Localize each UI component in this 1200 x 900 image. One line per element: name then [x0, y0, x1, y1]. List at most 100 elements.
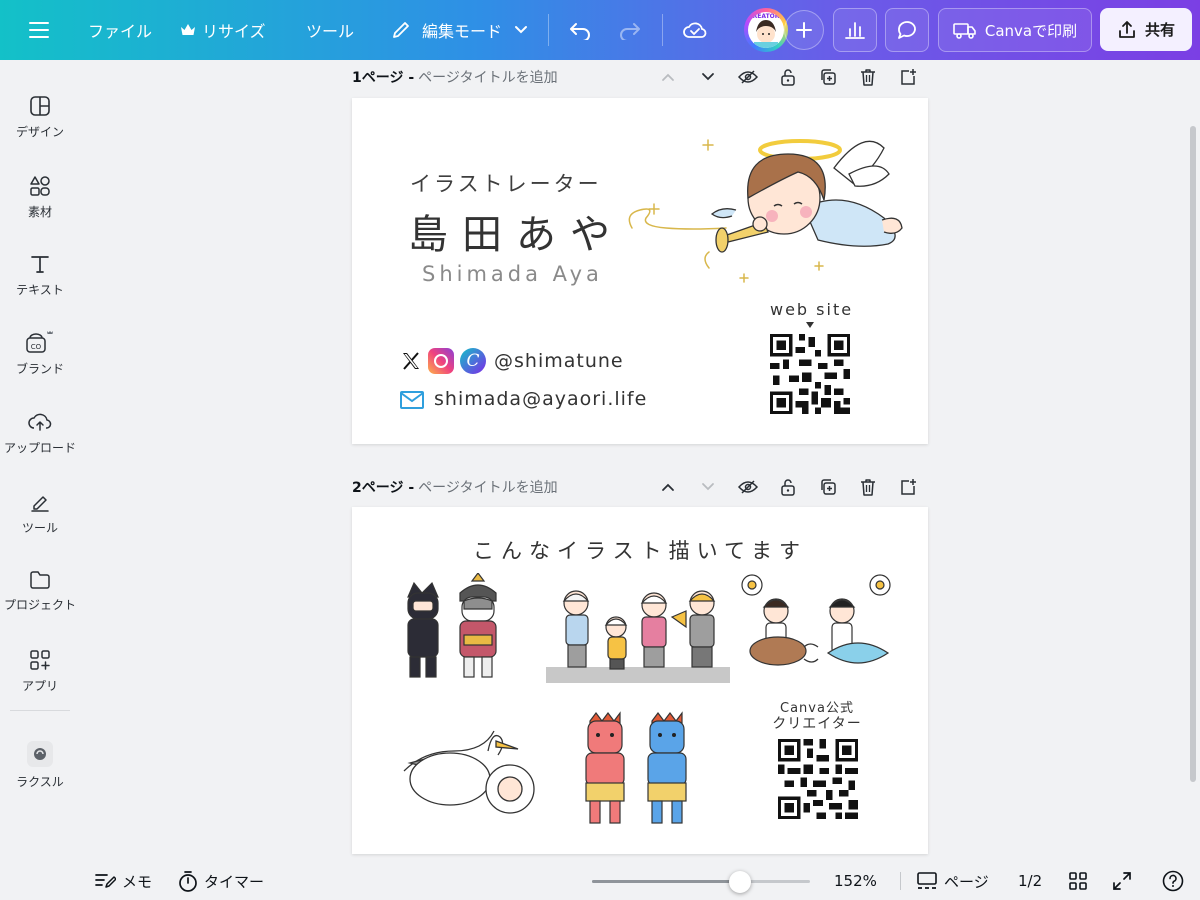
portfolio-heading[interactable]: こんなイラスト描いてます — [352, 535, 928, 565]
cloud-check-icon — [683, 22, 707, 38]
sidebar-item-text[interactable]: テキスト — [0, 240, 80, 310]
red-blue-oni-illustration[interactable] — [580, 711, 700, 827]
eye-slash-icon — [738, 480, 758, 494]
sidebar-item-apps[interactable]: アプリ — [0, 636, 80, 706]
truck-icon — [953, 23, 976, 39]
email-address[interactable]: shimada@ayaori.life — [434, 388, 647, 410]
edit-mode-dropdown[interactable]: 編集モード — [390, 0, 528, 60]
website-qr-code[interactable] — [770, 334, 850, 414]
eye-slash-icon — [738, 70, 758, 84]
design-icon — [30, 95, 50, 116]
user-avatar[interactable]: CREATORS — [744, 8, 788, 52]
upload-icon — [28, 413, 52, 431]
canva-creator-label[interactable]: クリエイター — [764, 713, 870, 733]
vertical-scrollbar[interactable] — [1190, 126, 1196, 782]
pencil-icon — [393, 22, 409, 38]
page-title-input[interactable]: ページタイトルを追加 — [418, 67, 557, 87]
zoom-slider[interactable] — [592, 871, 810, 893]
canva-logo-icon: C — [460, 348, 486, 374]
unlock-icon — [781, 479, 795, 496]
tools-menu[interactable]: ツール — [306, 0, 354, 60]
comment-icon — [898, 21, 916, 39]
apps-icon — [30, 649, 50, 670]
chevron-down-icon — [702, 483, 714, 491]
lock-page-button[interactable] — [768, 475, 808, 499]
duplicate-page-button[interactable] — [808, 475, 848, 499]
card-romaji[interactable]: Shimada Aya — [422, 262, 603, 286]
zoom-level[interactable]: 152% — [834, 862, 877, 900]
page-title-input[interactable]: ページタイトルを追加 — [418, 477, 557, 497]
page-2-canvas[interactable]: こんなイラスト描いてます Canva公式 クリエイター — [352, 507, 928, 854]
pages-icon — [917, 872, 937, 889]
insights-button[interactable] — [833, 8, 877, 52]
toolbar-divider — [548, 14, 549, 46]
angel-illustration[interactable] — [624, 128, 916, 298]
help-icon — [1162, 870, 1184, 892]
card-role[interactable]: イラストレーター — [410, 168, 602, 198]
fullscreen-button[interactable] — [1112, 862, 1132, 900]
file-menu[interactable]: ファイル — [88, 0, 152, 60]
redo-icon — [620, 23, 640, 40]
page-1-canvas[interactable]: イラストレーター 島田あや Shimada Aya web site C @sh… — [352, 98, 928, 444]
undo-button[interactable] — [568, 0, 592, 60]
chevron-up-icon — [662, 483, 674, 491]
comments-button[interactable] — [885, 8, 929, 52]
card-name[interactable]: 島田あや — [408, 202, 624, 260]
timer-button[interactable]: タイマー — [178, 862, 264, 900]
page-number: 1ページ - — [352, 70, 415, 86]
add-collaborator-button[interactable] — [784, 10, 824, 50]
page-2-header: 2ページ - ページタイトルを追加 — [352, 475, 928, 499]
duplicate-page-button[interactable] — [808, 65, 848, 89]
delete-page-button[interactable] — [848, 65, 888, 89]
move-page-up-button[interactable] — [648, 65, 688, 89]
move-page-down-button[interactable] — [688, 475, 728, 499]
sidebar-item-brand[interactable]: CO ブランド — [0, 318, 80, 388]
move-page-up-button[interactable] — [648, 475, 688, 499]
sidebar-item-upload[interactable]: アップロード — [0, 398, 80, 468]
print-with-canva-button[interactable]: Canvaで印刷 — [938, 8, 1092, 52]
elements-icon — [30, 175, 50, 196]
move-page-down-button[interactable] — [688, 65, 728, 89]
mail-icon — [400, 391, 424, 409]
raksul-icon — [27, 740, 53, 767]
sidebar-divider — [10, 710, 70, 711]
duplicate-icon — [821, 479, 836, 495]
resize-button[interactable]: リサイズ — [180, 0, 266, 60]
sidebar-item-elements[interactable]: 素材 — [0, 162, 80, 232]
left-sidebar: デザイン 素材 テキスト CO ブランド アップロード ツール プロジェクト ア… — [0, 60, 80, 900]
ninja-samurai-cats-illustration[interactable] — [402, 573, 512, 685]
hide-page-button[interactable] — [728, 475, 768, 499]
sidebar-item-raksul[interactable]: ラクスル — [0, 730, 80, 800]
website-label[interactable]: web site — [770, 300, 853, 319]
page-number: 2ページ - — [352, 480, 415, 496]
help-button[interactable] — [1162, 862, 1184, 900]
add-page-button[interactable] — [888, 65, 928, 89]
delete-page-button[interactable] — [848, 475, 888, 499]
school-kids-illustration[interactable] — [546, 587, 730, 687]
add-page-button[interactable] — [888, 475, 928, 499]
arrow-down-icon — [806, 322, 814, 328]
social-handle[interactable]: @shimatune — [494, 350, 624, 372]
pages-view-button[interactable]: ページ — [916, 862, 989, 900]
sidebar-item-design[interactable]: デザイン — [0, 82, 80, 152]
canva-creator-qr-code[interactable] — [778, 739, 858, 819]
trash-icon — [861, 479, 875, 496]
save-status-button[interactable] — [682, 0, 708, 60]
share-button[interactable]: 共有 — [1100, 8, 1192, 51]
zoom-slider-thumb[interactable] — [729, 871, 752, 893]
x-logo-icon — [403, 352, 419, 370]
kids-with-animals-illustration[interactable] — [738, 573, 894, 687]
lock-page-button[interactable] — [768, 65, 808, 89]
redo-button[interactable] — [618, 0, 642, 60]
sidebar-item-tools[interactable]: ツール — [0, 478, 80, 548]
svg-text:CO: CO — [31, 343, 42, 351]
unlock-icon — [781, 69, 795, 86]
sidebar-item-projects[interactable]: プロジェクト — [0, 556, 80, 626]
grid-view-button[interactable] — [1068, 862, 1088, 900]
page-counter[interactable]: 1/2 — [1018, 862, 1042, 900]
menu-button[interactable] — [28, 0, 50, 60]
hide-page-button[interactable] — [728, 65, 768, 89]
notes-button[interactable]: メモ — [94, 862, 152, 900]
zoom-slider-fill — [592, 880, 741, 883]
stork-baby-illustration[interactable] — [400, 727, 540, 817]
